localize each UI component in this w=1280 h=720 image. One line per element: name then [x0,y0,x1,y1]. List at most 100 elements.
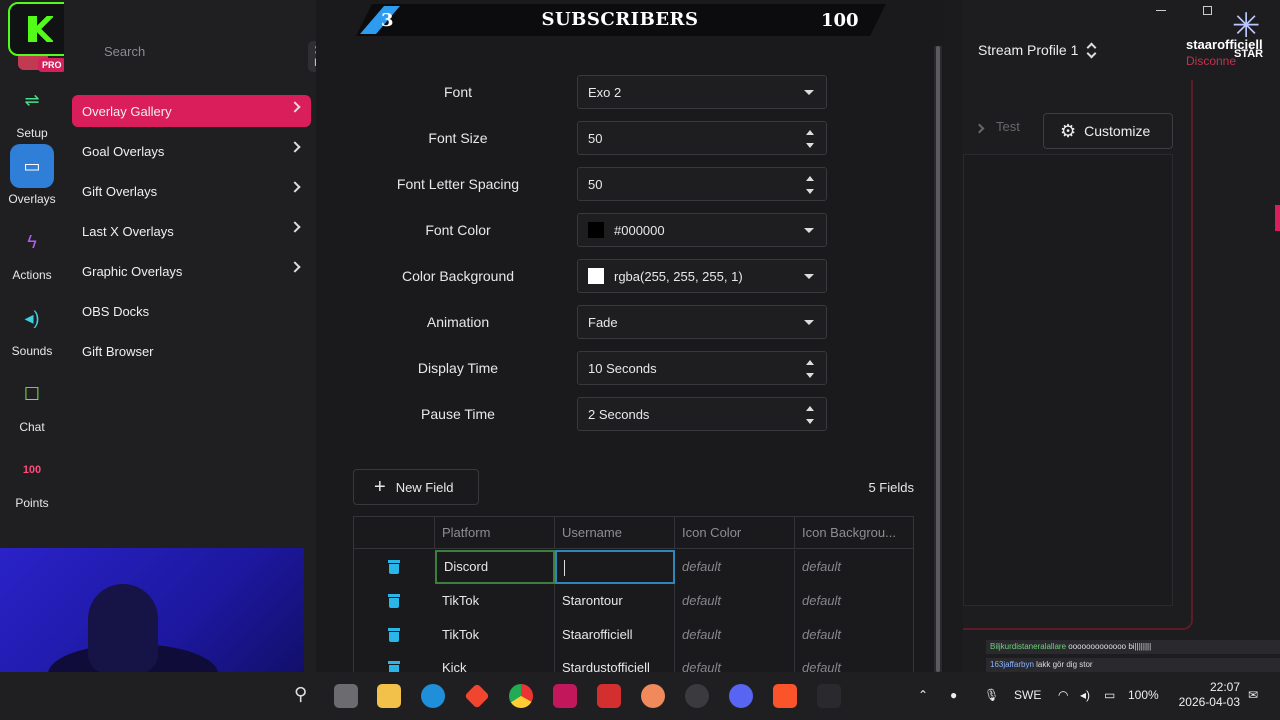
microphone-icon[interactable]: 🎙 [984,688,999,702]
menu-item-overlay-gallery[interactable]: Overlay Gallery [72,95,311,127]
trash-icon[interactable] [388,661,400,672]
background-color-picker[interactable]: rgba(255, 255, 255, 1) [577,259,827,293]
spin-down-icon[interactable] [806,143,814,148]
tikfinity-icon[interactable] [817,684,841,708]
chat-username: Biljkurdistaneralallare [990,642,1067,651]
platform-cell[interactable]: TikTok [435,584,555,618]
menu-item-label: Overlay Gallery [82,103,172,119]
icon-background-cell[interactable]: default [795,550,913,584]
spin-up-icon[interactable] [806,406,814,411]
display-time-spinner[interactable]: 10 Seconds [577,351,827,385]
animation-select[interactable]: Fade [577,305,827,339]
tray-chevron-icon[interactable]: ⌃ [918,688,928,702]
app-shield-icon[interactable] [597,684,621,708]
panel-scrollbar-thumb[interactable] [936,46,940,672]
battery-percent: 100% [1128,688,1159,702]
rail-label: Actions [12,268,52,282]
tray-app-icon[interactable]: ● [950,688,957,702]
icon-color-cell[interactable]: default [675,550,795,584]
spin-up-icon[interactable] [806,130,814,135]
app-swirl-icon[interactable] [641,684,665,708]
notification-icon[interactable]: ✉ [1248,688,1258,702]
username-input[interactable] [555,550,675,584]
menu-item-obs-docks[interactable]: OBS Docks [72,295,311,327]
fields-count: 5 Fields [868,480,914,495]
menu-item-gift-overlays[interactable]: Gift Overlays [72,175,311,207]
username-cell[interactable]: Stardustofficiell [555,651,675,672]
test-button[interactable]: Test [996,119,1020,134]
icon-color-cell[interactable]: default [675,584,795,618]
rail-item-actions[interactable]: ϟ Actions [0,220,64,283]
rail-item-overlays[interactable]: ▭ Overlays [0,144,64,206]
rail-label: Points [15,496,49,510]
discord-icon[interactable] [729,684,753,708]
rail-item-points[interactable]: 100 Points [0,448,64,510]
spin-up-icon[interactable] [806,360,814,365]
menu-item-label: OBS Docks [82,303,150,319]
chevron-updown-icon[interactable] [1087,43,1097,59]
file-explorer-icon[interactable] [377,684,401,708]
letter-spacing-spinner[interactable]: 50 [577,167,827,201]
menu-item-last-x-overlays[interactable]: Last X Overlays [72,215,311,247]
spin-down-icon[interactable] [806,373,814,378]
chevron-right-icon [289,141,301,153]
menu-item-graphic-overlays[interactable]: Graphic Overlays [72,255,311,287]
maximize-icon[interactable] [1203,6,1212,15]
rail-item-sounds[interactable]: ◂) Sounds [0,296,64,359]
customize-button[interactable]: ⚙ Customize [1043,113,1173,149]
trash-icon[interactable] [388,594,400,608]
trash-icon[interactable] [388,560,400,574]
language-indicator[interactable]: SWE [1014,688,1041,702]
gear-icon: ⚙ [1060,120,1077,141]
spin-down-icon[interactable] [806,189,814,194]
icon-background-cell[interactable]: default [795,618,913,652]
brave-icon[interactable] [773,684,797,708]
edge-browser-icon[interactable] [421,684,445,708]
chrome-icon[interactable] [509,684,533,708]
platform-cell[interactable]: Kick [435,651,555,672]
logo-text: STAR [1234,48,1264,60]
table-header-icon-background[interactable]: Icon Backgrou... [795,517,913,549]
icon-color-cell[interactable]: default [675,618,795,652]
rail-item-setup[interactable]: ⇌ Setup [0,78,64,141]
spin-up-icon[interactable] [806,176,814,181]
taskbar-clock[interactable]: 22:07 2026-04-03 [1170,680,1240,710]
battery-icon[interactable]: ▭ [1104,688,1115,702]
volume-icon[interactable]: ◂) [1080,688,1090,702]
username-cell[interactable]: Staarofficiell [555,618,675,652]
icon-background-cell[interactable]: default [795,651,913,672]
icon-color-cell[interactable]: default [675,651,795,672]
platform-cell[interactable]: TikTok [435,618,555,652]
menu-item-gift-browser[interactable]: Gift Browser [72,335,311,367]
rail-item-chat[interactable]: ☐ Chat [0,372,64,435]
app-pink-a-icon[interactable] [553,684,577,708]
table-header-icon-color[interactable]: Icon Color [675,517,795,549]
task-view-icon[interactable] [334,684,358,708]
star-logo-icon: ✳ [1232,7,1261,45]
search-input[interactable]: Search ⌘ K [104,38,331,72]
text-cursor [564,559,565,576]
font-select[interactable]: Exo 2 [577,75,827,109]
chat-bubbles-icon: ☐ [23,383,41,404]
font-color-picker[interactable]: #000000 [577,213,827,247]
search-icon[interactable]: ⚲ [294,684,318,708]
chat-overlay: Biljkurdistaneralallare ooooooooooooo bi… [986,640,1280,672]
spin-down-icon[interactable] [806,419,814,424]
table-header-platform[interactable]: Platform [435,517,555,549]
platform-cell[interactable]: Discord [435,550,555,584]
username-cell[interactable]: Starontour [555,584,675,618]
table-header-username[interactable]: Username [555,517,675,549]
minimize-icon[interactable] [1156,10,1166,11]
pause-time-spinner[interactable]: 2 Seconds [577,397,827,431]
menu-item-goal-overlays[interactable]: Goal Overlays [72,135,311,167]
wifi-icon[interactable]: ◠ [1058,688,1068,702]
stream-profile-select[interactable]: Stream Profile 1 [978,42,1078,58]
new-field-button[interactable]: + New Field [353,469,479,505]
obs-icon[interactable] [685,684,709,708]
webcam-overlay [0,548,304,672]
trash-icon[interactable] [388,628,400,642]
font-size-spinner[interactable]: 50 [577,121,827,155]
icon-background-cell[interactable]: default [795,584,913,618]
side-tab[interactable] [1275,205,1280,231]
overlay-preview [963,154,1173,606]
